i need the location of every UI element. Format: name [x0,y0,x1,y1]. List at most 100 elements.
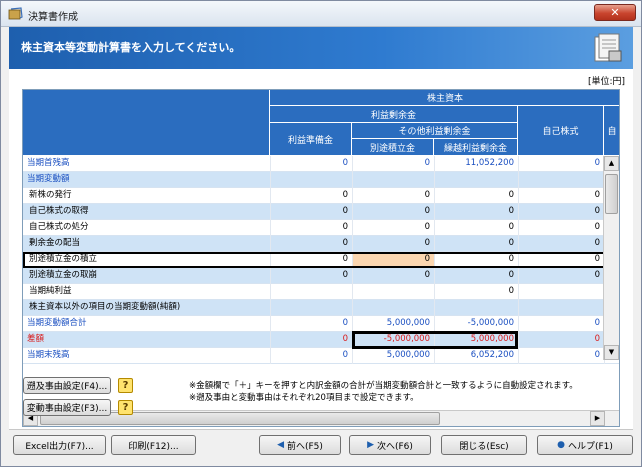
amount-cell[interactable]: 0 [352,204,434,220]
amount-cell[interactable]: 0 [270,252,352,268]
amount-cell[interactable]: 11,052,200 [434,156,518,172]
amount-cell[interactable]: 0 [270,156,352,172]
title-bar[interactable]: 決算書作成 ✕ [1,1,641,27]
retro-reason-button[interactable]: 遡及事由設定(F4)... [23,377,111,394]
amount-cell[interactable] [352,300,434,316]
print-button[interactable]: 印刷(F12)... [111,435,196,455]
amount-cell[interactable]: 0 [518,252,604,268]
row-label: 差額 [27,334,45,344]
amount-cell[interactable] [352,172,434,188]
table-row: 剰余金の配当 0 0 0 0 [23,236,619,252]
help-circle-icon: ● [557,440,565,450]
amount-cell[interactable]: 5,000,000 [352,348,434,364]
amount-cell[interactable]: 0 [518,236,604,252]
amount-cell[interactable] [270,284,352,300]
retro-help-icon[interactable]: ? [118,378,133,393]
amount-cell[interactable]: 0 [270,220,352,236]
close-button[interactable]: 閉じる(Esc) [441,435,527,455]
prev-button[interactable]: ◀ 前へ(F5) [259,435,341,455]
note-line-1: ※金額欄で「＋」キーを押すと内訳金額の合計が当期変動額合計と一致するように自動設… [189,381,578,391]
amount-cell[interactable] [518,172,604,188]
table-row: 新株の発行 0 0 0 0 [23,188,619,204]
amount-cell[interactable]: 6,052,200 [434,348,518,364]
excel-export-button[interactable]: Excel出力(F7)... [13,435,106,455]
amount-cell[interactable] [518,300,604,316]
table-row: 当期末残高 0 5,000,000 6,052,200 0 [23,348,619,364]
amount-cell[interactable]: 0 [352,252,434,268]
amount-cell[interactable]: 0 [270,268,352,284]
amount-cell[interactable]: 0 [270,316,352,332]
amount-cell[interactable] [270,300,352,316]
amount-cell[interactable]: 0 [270,332,352,348]
amount-cell[interactable]: 0 [434,236,518,252]
amount-cell[interactable]: 0 [352,236,434,252]
amount-cell[interactable]: 0 [518,316,604,332]
amount-cell[interactable]: 0 [434,284,518,300]
amount-cell[interactable]: 0 [434,268,518,284]
table-row: 自己株式の処分 0 0 0 0 [23,220,619,236]
amount-cell[interactable]: 0 [518,188,604,204]
amount-cell[interactable] [434,300,518,316]
close-label: 閉じる(Esc) [459,441,509,452]
row-label: 自己株式の取得 [29,206,89,216]
row-label: 当期変動額合計 [27,318,87,328]
change-reason-button[interactable]: 変動事由設定(F3)... [23,399,111,416]
amount-cell[interactable]: 0 [518,348,604,364]
amount-cell[interactable]: 0 [434,188,518,204]
header-other-retained: その他利益剰余金 [352,123,518,139]
amount-cell[interactable]: 0 [352,220,434,236]
row-label: 株主資本以外の項目の当期変動額(純額) [29,302,181,312]
horizontal-scrollbar[interactable]: ◀ ▶ [23,410,619,426]
close-window-button[interactable]: ✕ [594,4,636,21]
amount-cell[interactable]: 5,000,000 [352,316,434,332]
content-area: [単位:円] 株主資本 利益剰余金 利益準備金 その他利益剰余金 別途積立金 繰… [9,69,633,429]
amount-cell[interactable] [434,172,518,188]
vertical-scrollbar[interactable]: ▲ ▼ [603,156,619,360]
amount-cell[interactable]: 0 [352,156,434,172]
amount-cell[interactable]: 0 [270,204,352,220]
amount-cell[interactable]: 5,000,000 [434,332,518,348]
amount-cell[interactable]: 0 [434,204,518,220]
next-button[interactable]: ▶ 次へ(F6) [349,435,431,455]
row-label: 新株の発行 [29,190,72,200]
note-line-2: ※遡及事由と変動事由はそれぞれ20項目まで設定できます。 [189,393,419,403]
header-carried-forward: 繰越利益剰余金 [434,139,518,156]
amount-cell[interactable]: 0 [434,220,518,236]
help-button[interactable]: ● ヘルプ(F1) [537,435,633,455]
amount-cell[interactable]: 0 [518,156,604,172]
scroll-right-arrow-icon[interactable]: ▶ [590,411,605,426]
amount-cell[interactable]: 0 [270,236,352,252]
amount-cell[interactable]: 0 [518,268,604,284]
vertical-scroll-thumb[interactable] [605,174,618,214]
footer-divider [9,429,633,430]
amount-cell[interactable]: 0 [352,268,434,284]
amount-cell[interactable] [518,284,604,300]
scroll-up-arrow-icon[interactable]: ▲ [604,156,619,171]
table-row: 株主資本以外の項目の当期変動額(純額) [23,300,619,316]
amount-cell[interactable]: 0 [518,204,604,220]
amount-cell[interactable]: 0 [270,348,352,364]
table-row: 当期首残高 0 0 11,052,200 0 [23,156,619,172]
right-arrow-icon: ▶ [367,440,374,450]
amount-cell[interactable] [352,284,434,300]
excel-export-label: Excel出力(F7)... [25,441,94,452]
amount-cell[interactable] [270,172,352,188]
header-cut-column: 自 [604,106,619,156]
table-row: 差額 0 -5,000,000 5,000,000 0 [23,332,619,348]
next-label: 次へ(F6) [376,441,413,452]
amount-cell[interactable]: 0 [352,188,434,204]
amount-cell[interactable]: 0 [270,188,352,204]
change-help-icon[interactable]: ? [118,400,133,415]
row-label: 自己株式の処分 [29,222,89,232]
table-row: 別途積立金の取崩 0 0 0 0 [23,268,619,284]
row-label: 別途積立金の積立 [29,254,98,264]
amount-cell[interactable]: -5,000,000 [352,332,434,348]
amount-cell[interactable]: 0 [518,332,604,348]
scroll-down-arrow-icon[interactable]: ▼ [604,345,619,360]
amount-cell[interactable]: 0 [434,252,518,268]
document-wizard-icon [594,33,622,62]
amount-cell[interactable]: 0 [518,220,604,236]
amount-cell[interactable]: -5,000,000 [434,316,518,332]
instruction-banner: 株主資本等変動計算書を入力してください。 [9,27,633,69]
table-row: 当期純利益 0 [23,284,619,300]
